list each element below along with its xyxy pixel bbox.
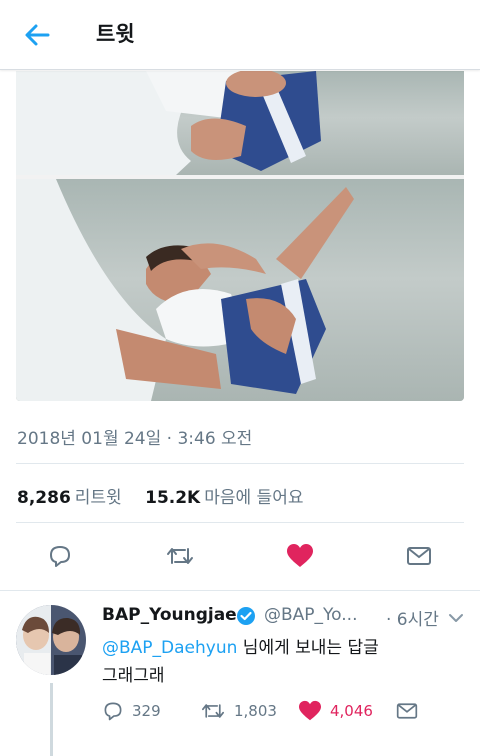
reply-retweet-count: 1,803 (234, 702, 277, 720)
reply-context: @BAP_Daehyun 님에게 보내는 답글 (102, 633, 379, 658)
chevron-down-icon[interactable] (448, 609, 464, 628)
heart-icon (299, 700, 321, 721)
reply-like-button[interactable]: 4,046 (298, 699, 373, 723)
divider (16, 522, 464, 523)
reply-reply-count: 329 (132, 702, 161, 720)
reply-reply-button[interactable]: 329 (102, 699, 161, 723)
like-count[interactable]: 15.2K (145, 488, 200, 508)
divider (16, 463, 464, 464)
reply-tweet[interactable]: BAP_Youngjae @BAP_Yo... · 6시간 @BAP_Daehy… (0, 590, 480, 756)
retweet-label[interactable]: 리트윗 (75, 488, 122, 508)
reply-button[interactable] (42, 538, 78, 574)
message-icon (407, 547, 431, 565)
page-title: 트윗 (96, 22, 135, 46)
thread-line (50, 683, 53, 756)
reply-message-button[interactable] (396, 699, 426, 723)
retweet-icon (202, 704, 224, 718)
back-arrow-icon[interactable] (22, 20, 52, 50)
verified-icon (236, 606, 256, 630)
tweet-timestamp: 2018년 01월 24일 · 3:46 오전 (17, 429, 253, 449)
media-frame-bottom (16, 179, 464, 401)
tweet-stats: 8,286 리트윗 15.2K 마음에 들어요 (17, 483, 321, 508)
like-label[interactable]: 마음에 들어요 (204, 488, 303, 508)
reply-time: · 6시간 (386, 610, 439, 630)
message-icon (396, 703, 418, 719)
media-frame-top (16, 71, 464, 175)
reply-display-name[interactable]: BAP_Youngjae (102, 605, 237, 625)
reply-text: 그래그래 (102, 666, 165, 686)
direct-message-button[interactable] (401, 538, 437, 574)
tweet-media-image[interactable] (16, 71, 464, 401)
retweet-icon (167, 548, 193, 564)
reply-handle[interactable]: @BAP_Yo... (264, 605, 357, 625)
mention-link[interactable]: @BAP_Daehyun (102, 638, 237, 658)
reply-icon (104, 702, 122, 721)
reply-context-text: 님에게 보내는 답글 (237, 638, 379, 658)
heart-icon (287, 544, 313, 567)
avatar[interactable] (16, 605, 86, 675)
reply-retweet-button[interactable]: 1,803 (200, 699, 277, 723)
top-bar: 트윗 (0, 0, 480, 70)
retweet-count[interactable]: 8,286 (17, 488, 71, 508)
retweet-button[interactable] (162, 538, 198, 574)
like-button[interactable] (282, 538, 318, 574)
reply-like-count: 4,046 (330, 702, 373, 720)
reply-icon (50, 546, 70, 567)
